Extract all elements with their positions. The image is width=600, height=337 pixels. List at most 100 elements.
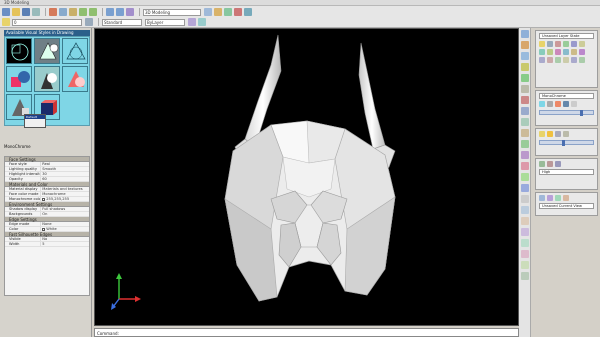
flatshot-icon[interactable] [579, 57, 585, 63]
layer-on-icon[interactable] [539, 41, 545, 47]
paste-icon[interactable] [69, 8, 77, 16]
wireframe-icon[interactable] [539, 101, 545, 107]
layer-lock-icon[interactable] [555, 41, 561, 47]
slice-icon[interactable] [539, 57, 545, 63]
explode-icon[interactable] [521, 272, 529, 280]
cylinder-icon[interactable] [521, 118, 529, 126]
conceptual-icon[interactable] [555, 101, 561, 107]
orbit-icon[interactable] [126, 8, 134, 16]
style-thumb-realistic[interactable] [34, 66, 60, 92]
tool-palettes-icon[interactable] [224, 8, 232, 16]
circle-icon[interactable] [521, 52, 529, 60]
style-thumb-3d-wireframe[interactable] [62, 38, 88, 64]
polygon-icon[interactable] [521, 85, 529, 93]
calculator-icon[interactable] [244, 8, 252, 16]
copy-icon[interactable] [59, 8, 67, 16]
arc-icon[interactable] [521, 63, 529, 71]
layer-select[interactable]: 0 [12, 18, 82, 26]
light-list-icon[interactable] [563, 131, 569, 137]
linetype-icon[interactable] [188, 18, 196, 26]
box-solid-icon[interactable] [539, 49, 545, 55]
new-icon[interactable] [2, 8, 10, 16]
free-orbit-icon[interactable] [547, 195, 553, 201]
pyramid-icon[interactable] [555, 49, 561, 55]
open-icon[interactable] [12, 8, 20, 16]
style-thumb-shaded[interactable] [62, 66, 88, 92]
line-icon[interactable] [521, 30, 529, 38]
color-select[interactable]: ByLayer [145, 18, 185, 26]
torus-icon[interactable] [563, 49, 569, 55]
cone-icon[interactable] [521, 129, 529, 137]
workspace-select[interactable]: 3D Modeling [143, 8, 201, 16]
fly-icon[interactable] [563, 195, 569, 201]
slider-knob[interactable] [562, 140, 565, 146]
texture-icon[interactable] [547, 161, 553, 167]
zoom-icon[interactable] [116, 8, 124, 16]
spotlight-icon[interactable] [555, 131, 561, 137]
materials-icon[interactable] [539, 161, 545, 167]
extrude-icon[interactable] [521, 140, 529, 148]
layer-properties-icon[interactable] [2, 18, 10, 26]
cut-icon[interactable] [49, 8, 57, 16]
visual-style-select[interactable]: MonoChrome [539, 93, 594, 99]
properties-icon[interactable] [204, 8, 212, 16]
named-view-select[interactable]: Unsaved Current View [539, 203, 594, 209]
prop-row[interactable]: Width 5 [5, 242, 89, 247]
model-viewport[interactable] [94, 28, 519, 326]
command-tab[interactable]: Command: [97, 331, 119, 336]
sweep-icon[interactable] [571, 49, 577, 55]
redo-icon[interactable] [89, 8, 97, 16]
brightness-slider[interactable] [539, 140, 594, 146]
move-icon[interactable] [521, 195, 529, 203]
point-light-icon[interactable] [539, 131, 545, 137]
realistic-icon[interactable] [563, 101, 569, 107]
union-icon[interactable] [521, 162, 529, 170]
hidden-icon[interactable] [547, 101, 553, 107]
subtract-icon[interactable] [521, 173, 529, 181]
save-icon[interactable] [22, 8, 30, 16]
fillet-icon[interactable] [521, 250, 529, 258]
box-icon[interactable] [521, 96, 529, 104]
chamfer-icon[interactable] [521, 261, 529, 269]
layer-state-select[interactable]: Unsaved Layer State [539, 33, 594, 39]
text-style-select[interactable]: Standard [102, 18, 142, 26]
style-thumb-3d-hidden[interactable] [34, 38, 60, 64]
design-center-icon[interactable] [214, 8, 222, 16]
constrained-orbit-icon[interactable] [539, 195, 545, 201]
imprint-icon[interactable] [555, 57, 561, 63]
revolve-icon[interactable] [521, 151, 529, 159]
layer-previous-icon[interactable] [85, 18, 93, 26]
polyline-icon[interactable] [521, 41, 529, 49]
face-opacity-slider[interactable] [539, 110, 594, 116]
layer-walk-icon[interactable] [571, 41, 577, 47]
map-planar-icon[interactable] [555, 161, 561, 167]
render-quality-select[interactable]: High [539, 169, 594, 175]
style-thumb-2d-wireframe[interactable] [6, 38, 32, 64]
sun-icon[interactable] [547, 131, 553, 137]
slider-knob[interactable] [580, 110, 583, 116]
presspull-icon[interactable] [563, 57, 569, 63]
layer-iso-icon[interactable] [563, 41, 569, 47]
command-line[interactable]: Command: [94, 328, 519, 337]
mirror-icon[interactable] [521, 228, 529, 236]
array-icon[interactable] [521, 239, 529, 247]
section-plane-icon[interactable] [571, 57, 577, 63]
pan-icon[interactable] [106, 8, 114, 16]
visual-style-popup[interactable]: Default [24, 114, 46, 128]
undo-icon[interactable] [79, 8, 87, 16]
loft-icon[interactable] [579, 49, 585, 55]
layer-merge-icon[interactable] [579, 41, 585, 47]
markup-icon[interactable] [234, 8, 242, 16]
sphere-icon[interactable] [521, 107, 529, 115]
walk-icon[interactable] [555, 195, 561, 201]
edge-effects-icon[interactable] [571, 101, 577, 107]
layer-freeze-icon[interactable] [547, 41, 553, 47]
print-icon[interactable] [32, 8, 40, 16]
rotate-icon[interactable] [521, 206, 529, 214]
wedge-icon[interactable] [547, 49, 553, 55]
rectangle-icon[interactable] [521, 74, 529, 82]
style-thumb-conceptual[interactable] [6, 66, 32, 92]
thicken-icon[interactable] [547, 57, 553, 63]
lineweight-icon[interactable] [198, 18, 206, 26]
intersect-icon[interactable] [521, 184, 529, 192]
